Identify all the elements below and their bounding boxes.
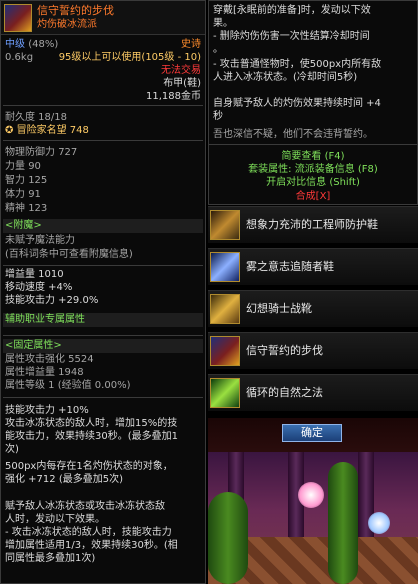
effect-line: 增加属性适用1/3，效果持续30秒。(相 xyxy=(5,540,178,551)
bonus-stat: 增益量 1010 xyxy=(5,269,64,280)
item-tooltip: 信守誓约的步伐 灼伤破冰流派 中级 (48%) 史诗 0.6kg 95级以上可以… xyxy=(0,0,206,584)
fixed-line: 属性等级 1 (经验值 0.00%) xyxy=(5,380,131,391)
set-effect-line: 自身赋予敌人的灼伤效果持续时间 +4 xyxy=(213,98,381,109)
effect-line: 500px内每存在1名灼伤状态的对象， xyxy=(5,461,173,472)
compare-link[interactable]: 开启对比信息 (Shift) xyxy=(209,177,417,189)
knight-boots-icon xyxy=(210,294,240,324)
grade-pct: (48%) xyxy=(28,39,59,50)
set-item-label: 幻想骑士战靴 xyxy=(246,302,312,315)
oath-steps-icon xyxy=(210,336,240,366)
vine xyxy=(208,492,248,584)
set-effect-line: 人进入冰冻状态。(冷却时间5秒) xyxy=(213,72,358,83)
divider xyxy=(3,335,203,336)
bonus-stat: 移动速度 +4% xyxy=(5,282,73,293)
fixed-header: <固定属性> xyxy=(5,340,62,351)
aux-job-attr: 辅助职业专属属性 xyxy=(5,314,85,325)
set-item-mist-boots[interactable]: 雾之意志追随者鞋 xyxy=(208,248,418,285)
enchant-header: <附魔> xyxy=(5,220,42,231)
effect-line: 强化 +712 (最多叠加5次) xyxy=(5,474,123,485)
effect-line: 技能攻击力 +10% xyxy=(5,405,89,416)
effect-line: 人时，发动以下效果。 xyxy=(5,514,105,525)
item-durability: 耐久度 18/18 xyxy=(5,112,67,123)
divider xyxy=(3,265,203,266)
item-icon xyxy=(4,4,32,32)
item-slot: 布甲(鞋) xyxy=(163,78,201,89)
bonus-stat: 技能攻击力 +29.0% xyxy=(5,295,99,306)
effect-line: 能攻击力，效果持续30秒。(最多叠加1 xyxy=(5,431,178,442)
set-item-oath-steps[interactable]: 信守誓约的步伐 xyxy=(208,332,418,369)
effect-line: 同属性最多叠加1次) xyxy=(5,553,96,564)
fame-icon: ✪ xyxy=(5,125,14,136)
item-price: 11,188金币 xyxy=(146,91,201,102)
set-effect-line: - 攻击普通怪物时，使500px内所有敌 xyxy=(213,59,382,70)
adventurer-fame: ✪ 冒险家名望 748 xyxy=(5,125,89,137)
item-level-req: 95级以上可以使用(105级 - 10) xyxy=(58,52,201,63)
tooltip-header: 信守誓约的步伐 灼伤破冰流派 xyxy=(1,1,205,35)
set-item-knight-boots[interactable]: 幻想骑士战靴 xyxy=(208,290,418,327)
item-rarity: 史诗 xyxy=(181,39,201,50)
item-name: 信守誓约的步伐 xyxy=(37,4,114,17)
set-item-engineer-shoes[interactable]: 想象力充沛的工程师防护鞋 xyxy=(208,206,418,243)
flavor-text: 吾也深信不疑，他们不会违背誓约。 xyxy=(213,129,373,140)
set-item-label: 循环的自然之法 xyxy=(246,386,323,399)
set-effect-line: 果。 xyxy=(213,18,233,29)
grade-text: 中级 xyxy=(5,39,25,50)
set-effect-line: 穿戴[永眠前的准备]时，发动以下效 xyxy=(213,5,371,16)
synthesis-link[interactable]: 合成[X] xyxy=(209,191,417,203)
set-item-nature-law[interactable]: 循环的自然之法 xyxy=(208,374,418,411)
effect-line: 攻击冰冻状态的敌人时，增加15%的技 xyxy=(5,418,178,429)
glow xyxy=(368,512,390,534)
nature-law-icon xyxy=(210,378,240,408)
effect-line: 次) xyxy=(5,444,19,455)
effect-line: - 攻击冰冻状态的敌人时，技能攻击力 xyxy=(5,527,172,538)
stat-row: 智力 125 xyxy=(5,175,48,186)
set-effect-line: 秒 xyxy=(213,111,223,122)
stat-row: 精神 123 xyxy=(5,203,48,214)
stat-row: 力量 90 xyxy=(5,161,41,172)
divider xyxy=(3,105,203,106)
stat-row: 物理防御力 727 xyxy=(5,147,78,158)
brief-view-link[interactable]: 简要查看 (F4) xyxy=(209,151,417,163)
confirm-button[interactable]: 确定 xyxy=(282,424,342,442)
set-info-link[interactable]: 套装属性: 流派装备信息 (F8) xyxy=(209,164,417,176)
divider xyxy=(209,144,417,145)
effect-line: 赋予敌人冰冻状态或攻击冰冻状态敌 xyxy=(5,501,165,512)
fame-text: 冒险家名望 748 xyxy=(16,125,89,136)
set-effect-line: - 删除灼伤伤害一次性结算冷却时间 xyxy=(213,31,370,42)
set-item-label: 想象力充沛的工程师防护鞋 xyxy=(246,218,378,231)
divider xyxy=(3,140,203,141)
fixed-line: 属性增益量 1948 xyxy=(5,367,84,378)
set-effect-line: 。 xyxy=(213,44,223,55)
fixed-line: 属性攻击强化 5524 xyxy=(5,354,94,365)
game-scene xyxy=(208,452,418,584)
vine xyxy=(328,462,358,584)
item-set-name: 灼伤破冰流派 xyxy=(37,19,97,30)
divider xyxy=(3,397,203,398)
enchant-hint: (百科词条中可查看附魔信息) xyxy=(5,249,133,260)
item-grade: 中级 (48%) xyxy=(5,39,58,51)
set-effect-tooltip: 穿戴[永眠前的准备]时，发动以下效 果。 - 删除灼伤伤害一次性结算冷却时间 。… xyxy=(208,0,418,205)
set-item-label: 信守誓约的步伐 xyxy=(246,344,323,357)
engineer-shoes-icon xyxy=(210,210,240,240)
item-weight: 0.6kg xyxy=(5,52,34,63)
set-item-label: 雾之意志追随者鞋 xyxy=(246,260,334,273)
stat-row: 体力 91 xyxy=(5,189,41,200)
item-trade: 无法交易 xyxy=(161,65,201,76)
glow xyxy=(298,482,324,508)
mist-boots-icon xyxy=(210,252,240,282)
enchant-none: 未赋予魔法能力 xyxy=(5,235,75,246)
